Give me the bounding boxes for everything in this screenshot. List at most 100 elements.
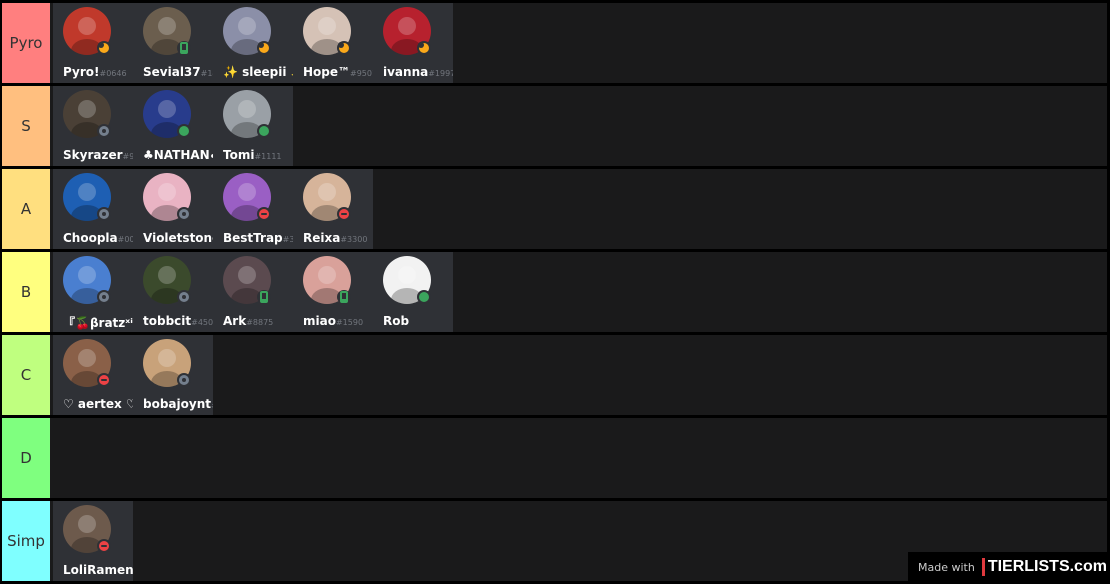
tier-label[interactable]: A [2,169,50,249]
username: Choopla#00 [63,231,133,245]
status-dnd-icon [97,539,111,553]
tier-item-card[interactable]: Skyrazer#95 [53,86,133,166]
tier-items: ♡ aertex ♡# bobajoynt#3 [53,335,213,415]
tier-row: D [2,418,1107,498]
username-text: ✨ sleepii ✨ [223,65,293,79]
tier-label[interactable]: Pyro [2,3,50,83]
tier-item-card[interactable]: bobajoynt#3 [133,335,213,415]
tier-items: LoliRamen# [53,501,133,581]
made-with-text: Made with [918,560,975,574]
tier-label[interactable]: Simp [2,501,50,581]
status-offline-icon [97,290,111,304]
tier-row: A Choopla#00 Violetstone# BestTrap#3 Reixa#3… [2,169,1107,249]
username-text: Tomi [223,148,255,162]
tier-label[interactable]: D [2,418,50,498]
username: Rob [383,314,409,328]
status-online-icon [177,124,191,138]
discriminator: #1111 [254,152,282,161]
tier-item-card[interactable]: Tomi#1111 [213,86,293,166]
status-offline-icon [177,373,191,387]
status-mobile-icon [257,290,271,304]
status-idle-icon [257,41,271,55]
username: tobbcit#450 [143,314,213,328]
tier-item-card[interactable]: ♣NATHAN♣ [133,86,213,166]
username: 『🍒βratzˣⁱᶜⁱ🍒#9046 [63,314,133,331]
username: Tomi#1111 [223,148,282,162]
username: Pyro!#0646 [63,65,127,79]
discriminator: #3300 [340,235,368,244]
tier-items: Pyro!#0646Sevial37#1476✨ sleepii ✨Hope™#… [53,3,453,83]
username: Skyrazer#95 [63,148,133,162]
username-text: bobajoynt [143,397,211,411]
status-dnd-icon [337,207,351,221]
discriminator: #3 [211,401,213,410]
username: BestTrap#3 [223,231,293,245]
username-text: Skyrazer [63,148,123,162]
discriminator: #8875 [246,318,274,327]
tier-item-card[interactable]: Pyro!#0646 [53,3,133,83]
tier-label[interactable]: B [2,252,50,332]
tier-item-card[interactable]: BestTrap#3 [213,169,293,249]
username: ivanna#1997 [383,65,453,79]
username-text: ♡ aertex ♡ [63,397,133,411]
username: ♣NATHAN♣ [143,148,213,162]
tier-item-card[interactable]: Hope™#9501 [293,3,373,83]
username: ♡ aertex ♡# [63,397,133,411]
username-text: BestTrap [223,231,283,245]
username-text: ivanna [383,65,429,79]
status-offline-icon [177,290,191,304]
tier-row: S Skyrazer#95 ♣NATHAN♣ Tomi#1111 [2,86,1107,166]
tier-item-card[interactable]: tobbcit#450 [133,252,213,332]
username-text: tobbcit [143,314,192,328]
tier-item-card[interactable]: 『🍒βratzˣⁱᶜⁱ🍒#9046 [53,252,133,332]
status-offline-icon [97,207,111,221]
status-online-icon [257,124,271,138]
username: LoliRamen# [63,563,133,577]
tier-label[interactable]: S [2,86,50,166]
tier-item-card[interactable]: Ark#8875 [213,252,293,332]
discriminator: #1997 [428,69,453,78]
status-idle-icon [337,41,351,55]
discriminator: #3 [282,235,293,244]
username: Ark#8875 [223,314,273,328]
tier-item-card[interactable]: ✨ sleepii ✨ [213,3,293,83]
username-text: Hope™ [303,65,351,79]
tier-item-card[interactable]: Sevial37#1476 [133,3,213,83]
tier-item-card[interactable]: Choopla#00 [53,169,133,249]
tier-item-card[interactable]: miao#1590 [293,252,373,332]
status-online-icon [417,290,431,304]
username: Violetstone# [143,231,213,245]
tier-item-card[interactable]: ivanna#1997 [373,3,453,83]
username-text: miao [303,314,336,328]
tier-item-card[interactable]: LoliRamen# [53,501,133,581]
username: miao#1590 [303,314,363,328]
status-dnd-icon [97,373,111,387]
tier-row: C ♡ aertex ♡# bobajoynt#3 [2,335,1107,415]
tier-row: B 『🍒βratzˣⁱᶜⁱ🍒#9046 tobbcit#450 Ark#8875 mia… [2,252,1107,332]
discriminator: #0646 [99,69,127,78]
tier-items: Choopla#00 Violetstone# BestTrap#3 Reixa#33… [53,169,373,249]
username-text: ♣NATHAN♣ [143,148,213,162]
status-dnd-icon [257,207,271,221]
username: Reixa#3300 [303,231,367,245]
status-idle-icon [97,41,111,55]
tier-item-card[interactable]: Reixa#3300 [293,169,373,249]
tier-item-card[interactable]: Violetstone# [133,169,213,249]
tier-item-card[interactable]: ♡ aertex ♡# [53,335,133,415]
tierlists-branding[interactable]: Made with TIERLISTS.com [908,552,1108,582]
discriminator: #00 [117,235,133,244]
tier-items: Skyrazer#95 ♣NATHAN♣ Tomi#1111 [53,86,293,166]
discriminator: #1476 [200,69,213,78]
username-text: Rob [383,314,410,328]
tier-label[interactable]: C [2,335,50,415]
tier-items: 『🍒βratzˣⁱᶜⁱ🍒#9046 tobbcit#450 Ark#8875 miao… [53,252,453,332]
tier-item-card[interactable]: Rob [373,252,453,332]
status-idle-icon [417,41,431,55]
username-text: 『🍒βratzˣⁱᶜⁱ🍒 [63,316,133,330]
tier-row: Pyro Pyro!#0646 Sevial37#1476 ✨ sleepii ✨ Ho… [2,3,1107,83]
discriminator: #450 [191,318,213,327]
username: Sevial37#1476 [143,65,213,79]
username-text: Ark [223,314,247,328]
tierlists-logo-icon [981,558,985,576]
tier-list: Pyro Pyro!#0646 Sevial37#1476 ✨ sleepii ✨ Ho… [0,0,1110,584]
